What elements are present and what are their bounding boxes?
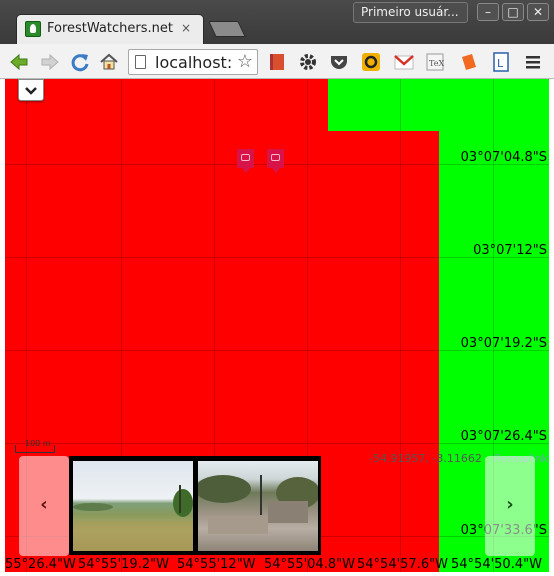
longitude-label: 54°55'19.2"W [78,557,169,572]
scale-line [15,445,55,453]
profile-button[interactable]: Primeiro usuár... [353,2,468,23]
field-photo[interactable] [73,461,193,551]
yellow-extension-icon[interactable] [360,51,382,73]
title-bar: ForestWatchers.net × Primeiro usuár... –… [0,0,554,44]
forestwatchers-favicon-icon [25,21,41,37]
tab-title: ForestWatchers.net [47,21,173,36]
home-icon[interactable] [98,51,120,73]
tab-close-icon[interactable]: × [178,20,194,36]
close-window-icon[interactable]: ✕ [527,3,549,21]
stumps-photo[interactable] [198,461,318,551]
gmail-icon[interactable] [393,51,415,73]
bookmark-red-icon[interactable] [266,51,288,73]
latitude-label: 03°07'12"S [473,243,547,258]
blue-extension-icon[interactable]: L [490,51,512,73]
reload-icon[interactable] [69,51,91,73]
latitude-label: 03°07'19.2"S [460,336,547,351]
svg-text:L: L [497,57,504,70]
camera-marker-icon[interactable] [267,149,284,173]
carousel-next-button[interactable]: › [485,456,535,556]
chevron-left-icon: ‹ [40,494,48,515]
longitude-label: 55°26.4"W [5,557,76,572]
carousel-prev-button[interactable]: ‹ [19,456,69,556]
forward-arrow-icon[interactable] [39,51,61,73]
browser-toolbar: localhost: ☆ TeX L [0,44,554,79]
chevron-down-icon [25,87,37,95]
address-bar[interactable]: localhost: ☆ [128,49,258,75]
svg-text:TeX: TeX [429,59,444,68]
forest-area [328,79,549,131]
back-arrow-icon[interactable] [8,51,30,73]
chevron-right-icon: › [506,494,514,515]
grid-line [5,257,549,258]
photo-strip [69,456,321,555]
orange-extension-icon[interactable] [458,51,480,73]
longitude-label: 54°55'12"W [177,557,256,572]
page-icon [135,55,146,69]
browser-tab[interactable]: ForestWatchers.net × [16,14,204,44]
longitude-label: 54°54'50.4"W [451,557,542,572]
latitude-label: 03°07'26.4"S [460,429,547,444]
layer-dropdown-button[interactable] [18,79,44,101]
longitude-label: 54°54'57.6"W [357,557,448,572]
bookmark-star-icon[interactable]: ☆ [237,51,253,72]
scale-bar: 100 m [15,439,77,457]
tex-icon[interactable]: TeX [424,51,446,73]
minimize-icon[interactable]: – [477,3,499,21]
pocket-icon[interactable] [328,51,350,73]
longitude-label: 54°55'04.8"W [264,557,355,572]
grid-line [400,79,401,572]
latitude-label: 03°07'04.8"S [460,150,547,165]
url-text[interactable]: localhost: [155,53,235,72]
new-tab-button[interactable] [208,21,246,37]
mouse-coordinates: -54.91957, -3.11662 [369,452,482,465]
gear-icon[interactable] [297,51,319,73]
maximize-icon[interactable]: □ [502,3,524,21]
camera-marker-icon[interactable] [237,149,254,173]
map-canvas[interactable]: 03°07'04.8"S 03°07'12"S 03°07'19.2"S 03°… [5,79,549,572]
chrome-menu-icon[interactable] [522,51,544,73]
